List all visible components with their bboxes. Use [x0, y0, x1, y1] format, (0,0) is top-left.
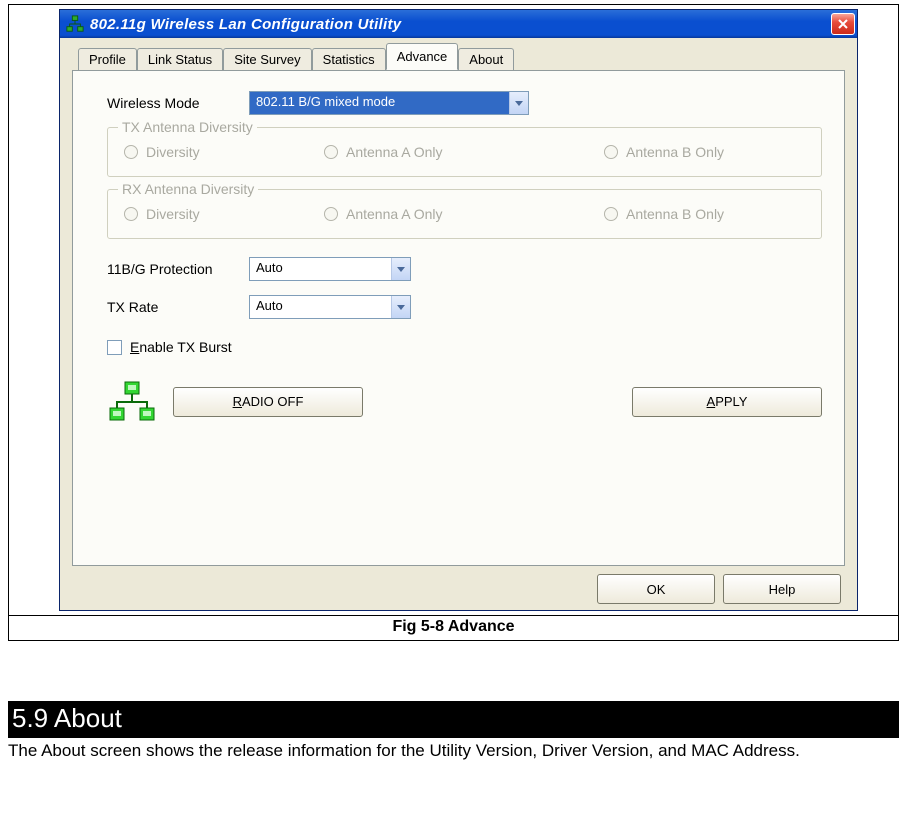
protection-value: Auto [250, 258, 391, 280]
titlebar: 802.11g Wireless Lan Configuration Utili… [60, 10, 857, 38]
rx-radio-row: Diversity Antenna A Only Antenna B Only [124, 204, 805, 224]
tx-antenna-legend: TX Antenna Diversity [118, 119, 257, 135]
network-app-icon [66, 15, 84, 33]
enable-tx-burst-label: Enable TX Burst [130, 339, 232, 355]
rx-radio-diversity: Diversity [124, 204, 324, 224]
wireless-mode-label: Wireless Mode [107, 95, 249, 111]
tab-statistics[interactable]: Statistics [312, 48, 386, 71]
protection-select[interactable]: Auto [249, 257, 411, 281]
tab-site-survey[interactable]: Site Survey [223, 48, 311, 71]
figure-cell: 802.11g Wireless Lan Configuration Utili… [8, 4, 899, 616]
protection-label: 11B/G Protection [107, 261, 249, 277]
window-title: 802.11g Wireless Lan Configuration Utili… [90, 16, 831, 33]
rx-radio-antenna-a: Antenna A Only [324, 204, 604, 224]
radio-icon [324, 145, 338, 159]
dropdown-arrow-icon[interactable] [391, 258, 410, 280]
radio-label: Antenna A Only [346, 206, 443, 222]
rx-antenna-legend: RX Antenna Diversity [118, 181, 258, 197]
checkbox-icon [107, 340, 122, 355]
figure-caption: Fig 5-8 Advance [8, 616, 899, 641]
radio-label: Diversity [146, 144, 200, 160]
dropdown-arrow-icon[interactable] [391, 296, 410, 318]
tab-profile[interactable]: Profile [78, 48, 137, 71]
tab-link-status[interactable]: Link Status [137, 48, 223, 71]
section-heading-bar: 5.9 About [8, 701, 899, 738]
enable-tx-burst-checkbox[interactable]: Enable TX Burst [107, 339, 232, 355]
tx-radio-antenna-a: Antenna A Only [324, 142, 604, 162]
rx-antenna-group: RX Antenna Diversity Diversity Antenna A… [107, 189, 822, 239]
client-area: Profile Link Status Site Survey Statisti… [60, 38, 857, 610]
close-icon [838, 17, 848, 32]
wireless-mode-select[interactable]: 802.11 B/G mixed mode [249, 91, 529, 115]
close-button[interactable] [831, 13, 855, 35]
dialog-button-row: OK Help [72, 574, 845, 604]
tx-radio-antenna-b: Antenna B Only [604, 142, 805, 162]
txrate-value: Auto [250, 296, 391, 318]
radio-label: Diversity [146, 206, 200, 222]
app-window: 802.11g Wireless Lan Configuration Utili… [59, 9, 858, 611]
radio-icon [124, 207, 138, 221]
radio-icon [604, 207, 618, 221]
wireless-mode-row: Wireless Mode 802.11 B/G mixed mode [107, 91, 822, 115]
txrate-select[interactable]: Auto [249, 295, 411, 319]
radio-label: Antenna B Only [626, 206, 724, 222]
button-label: RADIO OFF [233, 394, 304, 409]
txrate-row: TX Rate Auto [107, 295, 822, 319]
radio-icon [124, 145, 138, 159]
tabstrip: Profile Link Status Site Survey Statisti… [78, 46, 845, 70]
radio-label: Antenna A Only [346, 144, 443, 160]
apply-button[interactable]: APPLY [632, 387, 822, 417]
radio-icon [604, 145, 618, 159]
radio-off-button[interactable]: RADIO OFF [173, 387, 363, 417]
tx-antenna-group: TX Antenna Diversity Diversity Antenna A… [107, 127, 822, 177]
dropdown-arrow-icon[interactable] [509, 92, 528, 114]
bottom-button-row: RADIO OFF APPLY [107, 380, 822, 424]
tx-radio-row: Diversity Antenna A Only Antenna B Only [124, 142, 805, 162]
section-heading: 5.9 About [8, 701, 124, 738]
rx-radio-antenna-b: Antenna B Only [604, 204, 805, 224]
tx-radio-diversity: Diversity [124, 142, 324, 162]
advance-panel: Wireless Mode 802.11 B/G mixed mode TX A… [72, 70, 845, 566]
radio-icon [324, 207, 338, 221]
radio-label: Antenna B Only [626, 144, 724, 160]
txrate-label: TX Rate [107, 299, 249, 315]
network-status-icon [107, 380, 157, 424]
protection-row: 11B/G Protection Auto [107, 257, 822, 281]
ok-button[interactable]: OK [597, 574, 715, 604]
button-label: APPLY [707, 394, 748, 409]
section-body: The About screen shows the release infor… [8, 740, 899, 761]
tab-advance[interactable]: Advance [386, 43, 459, 70]
help-button[interactable]: Help [723, 574, 841, 604]
wireless-mode-value: 802.11 B/G mixed mode [250, 92, 509, 114]
tab-about[interactable]: About [458, 48, 514, 71]
